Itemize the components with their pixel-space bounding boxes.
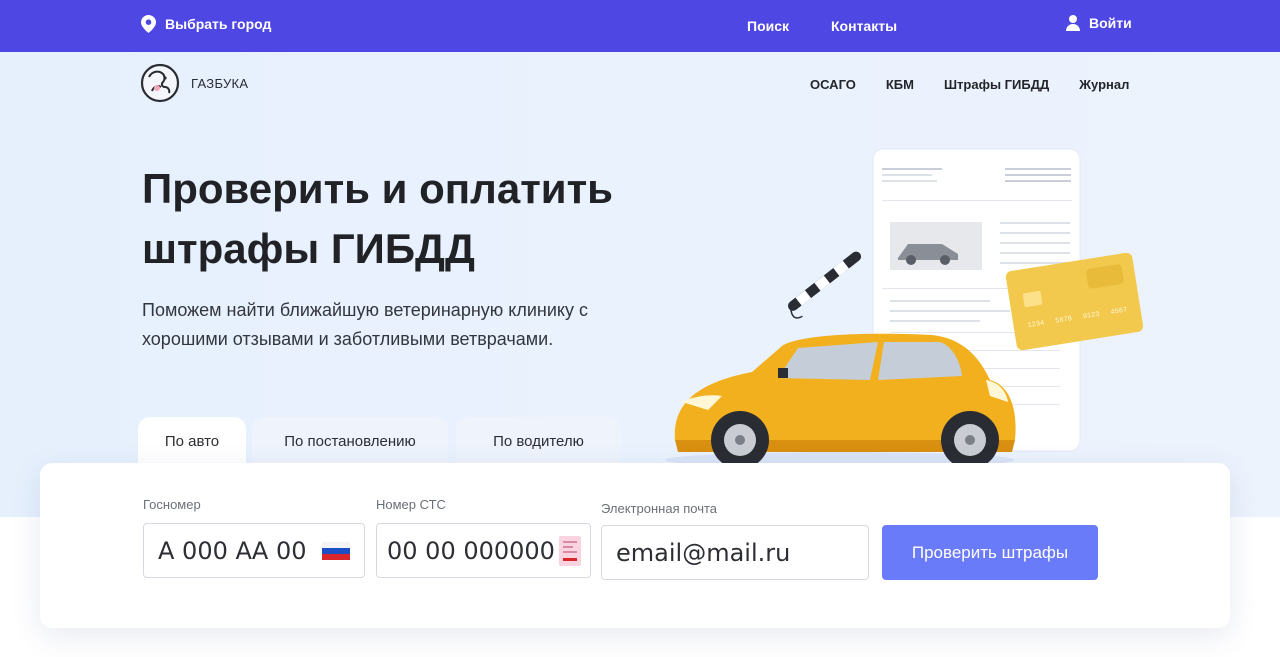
tab-by-resolution[interactable]: По постановлению <box>252 417 448 465</box>
top-nav-contacts[interactable]: Контакты <box>831 18 897 34</box>
car-illustration <box>665 333 1016 469</box>
sts-label: Номер СТС <box>376 497 446 512</box>
city-selector[interactable]: Выбрать город <box>141 15 271 33</box>
police-baton-illustration <box>788 251 862 319</box>
nav-journal[interactable]: Журнал <box>1079 77 1129 92</box>
nav-fines[interactable]: Штрафы ГИБДД <box>944 77 1049 92</box>
top-nav: Поиск Контакты <box>747 18 897 34</box>
user-icon <box>1066 15 1080 31</box>
russia-flag-icon <box>322 542 350 560</box>
page-title-line-1: Проверить и оплатить <box>142 165 613 212</box>
nav-osago[interactable]: ОСАГО <box>810 77 856 92</box>
login-label: Войти <box>1089 15 1132 31</box>
page-subtitle-line-2: хорошими отзывами и заботливыми ветврача… <box>142 329 554 349</box>
top-nav-search[interactable]: Поиск <box>747 18 789 34</box>
tab-by-resolution-label: По постановлению <box>284 432 416 450</box>
logo-text: ГАЗБУКА <box>191 75 249 91</box>
logo[interactable]: ГАЗБУКА <box>140 63 248 103</box>
tab-by-driver-label: По водителю <box>493 432 584 450</box>
nav-kbm[interactable]: КБМ <box>886 77 914 92</box>
city-selector-label: Выбрать город <box>165 16 272 32</box>
sts-document-icon <box>559 536 581 566</box>
page-title: Проверить и оплатить штрафы ГИБДД <box>142 159 662 279</box>
plate-field[interactable] <box>143 523 365 578</box>
page-subtitle-line-1: Поможем найти ближайшую ветеринарную кли… <box>142 300 588 320</box>
page-subtitle: Поможем найти ближайшую ветеринарную кли… <box>142 296 642 354</box>
email-field[interactable] <box>601 525 869 580</box>
location-pin-icon <box>141 15 156 33</box>
hero-illustration: 1234 5678 9123 4567 <box>665 148 1144 469</box>
main-nav: ОСАГО КБМ Штрафы ГИБДД Журнал <box>810 77 1129 92</box>
tab-by-car[interactable]: По авто <box>138 417 246 465</box>
tab-by-driver[interactable]: По водителю <box>456 417 621 465</box>
check-fines-button[interactable]: Проверить штрафы <box>882 525 1098 580</box>
email-label: Электронная почта <box>601 501 718 516</box>
plate-label: Госномер <box>143 497 201 512</box>
login-button[interactable]: Войти <box>1066 15 1132 31</box>
logo-icon <box>140 63 180 103</box>
page-title-line-2: штрафы ГИБДД <box>142 225 475 272</box>
email-input[interactable] <box>616 538 868 567</box>
sts-field[interactable] <box>376 523 591 578</box>
top-bar: Выбрать город Поиск Контакты Войти <box>0 0 1280 52</box>
tab-by-car-label: По авто <box>164 432 220 450</box>
